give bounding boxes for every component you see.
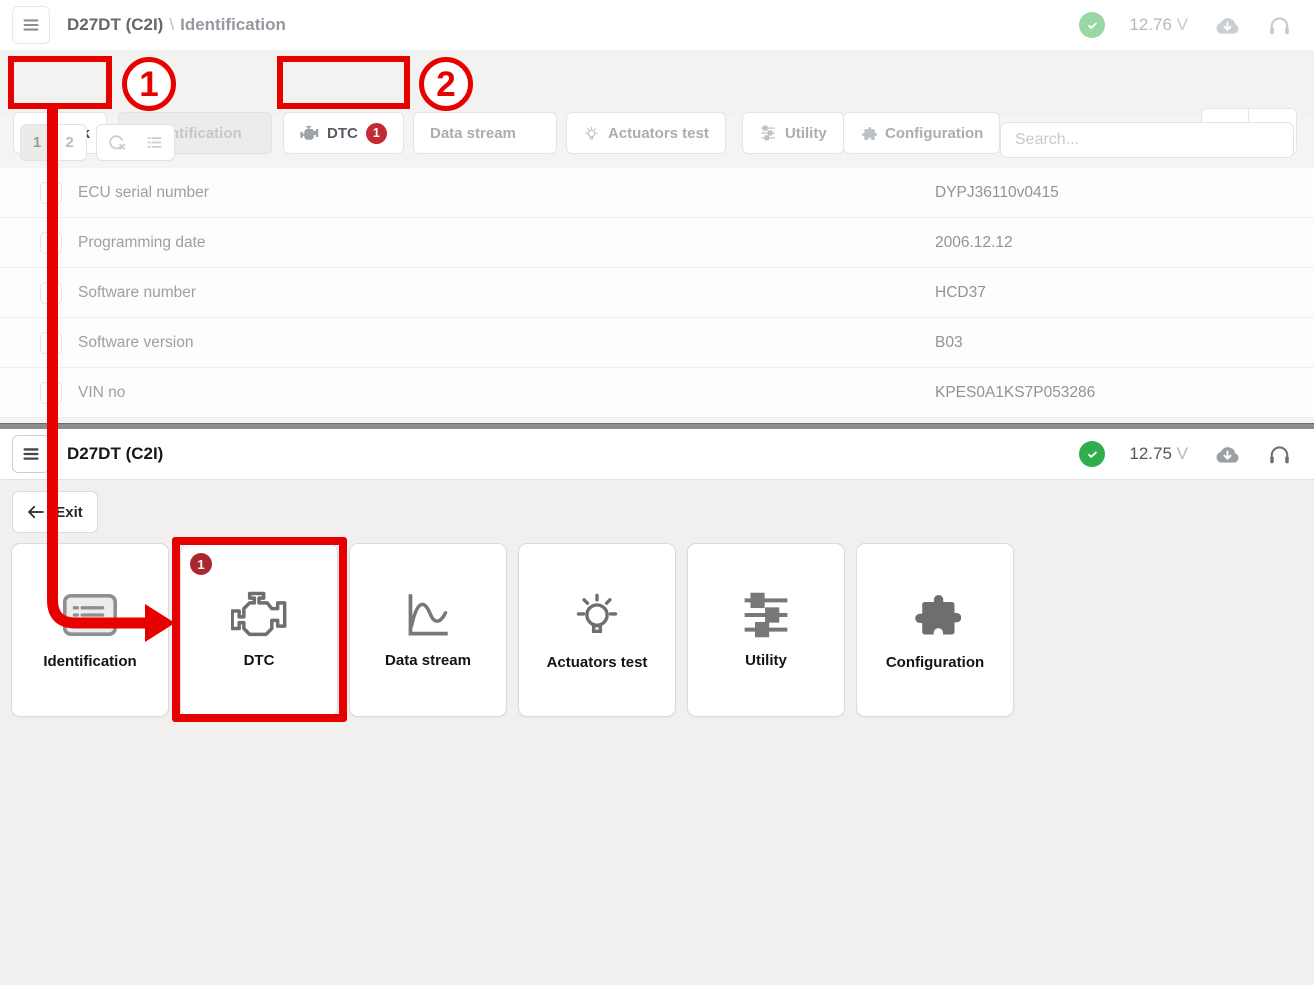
table-row[interactable]: VIN no KPES0A1KS7P053286 — [0, 368, 1314, 418]
diagnostic-app: D27DT (C2I)\Identification 12.76 V Back — [0, 0, 1314, 985]
tile-label: Configuration — [886, 654, 984, 671]
connection-check-icon — [1079, 441, 1105, 467]
cloud-download-icon[interactable] — [1212, 14, 1243, 37]
hamburger-icon — [20, 443, 42, 465]
cloud-download-icon[interactable] — [1212, 443, 1243, 466]
hamburger-icon — [20, 14, 42, 36]
highlight-box-dtc-tab — [277, 56, 410, 109]
table-row[interactable]: Software number HCD37 — [0, 268, 1314, 318]
headphones-icon[interactable] — [1267, 442, 1292, 467]
clear-selection-button[interactable] — [96, 124, 136, 161]
menu-button[interactable] — [12, 435, 50, 473]
breadcrumb: D27DT (C2I) \ Identification — [67, 15, 286, 35]
row-label: Software version — [78, 334, 193, 352]
bulb-icon — [570, 590, 624, 640]
breadcrumb-separator: \ — [169, 15, 174, 34]
row-value: 2006.12.12 — [935, 234, 1013, 252]
table-row[interactable]: Software version B03 — [0, 318, 1314, 368]
waveform-chart-icon — [401, 592, 455, 638]
tile-actuators-test[interactable]: Actuators test — [518, 543, 676, 717]
status-area: 12.76 V — [1079, 12, 1314, 38]
row-checkbox[interactable] — [40, 232, 62, 254]
sliders-icon — [739, 592, 793, 638]
page-2-button[interactable]: 2 — [53, 124, 87, 161]
row-value: B03 — [935, 334, 963, 352]
ecu-title: D27DT (C2I) — [67, 15, 163, 34]
row-value: HCD37 — [935, 284, 986, 302]
status-area: 12.75 V — [1079, 441, 1314, 467]
screen-identification: D27DT (C2I)\Identification 12.76 V Back — [0, 0, 1314, 423]
step-1-marker: 1 — [122, 57, 176, 111]
list-view-button[interactable] — [135, 124, 175, 161]
section-title: Identification — [180, 15, 286, 34]
puzzle-icon — [909, 590, 961, 640]
function-tiles: Identification 1 DTC Data stream Actuato… — [11, 543, 1014, 717]
row-value: DYPJ36110v0415 — [935, 184, 1059, 202]
page-1-button[interactable]: 1 — [20, 124, 54, 161]
identification-table: ECU serial number DYPJ36110v0415 Program… — [0, 168, 1314, 418]
bottom-header: D27DT (C2I) 12.75 V — [0, 429, 1314, 480]
highlight-box-dtc-tile — [172, 537, 347, 722]
back-arrow-icon — [27, 505, 45, 519]
step-2-marker: 2 — [419, 57, 473, 111]
top-header: D27DT (C2I) \ Identification 12.76 V — [0, 0, 1314, 51]
tile-label: Data stream — [385, 652, 471, 669]
tile-label: Actuators test — [547, 654, 648, 671]
row-label: VIN no — [78, 384, 125, 402]
battery-voltage: 12.76 V — [1129, 15, 1188, 35]
connection-check-icon — [1079, 12, 1105, 38]
function-tabbar: Back Identification DTC 1 Data stream Ac… — [0, 50, 1314, 115]
identification-card-icon — [61, 591, 119, 639]
tile-data-stream[interactable]: Data stream — [349, 543, 507, 717]
search-input[interactable] — [1000, 122, 1294, 158]
ecu-title: D27DT (C2I) — [67, 444, 163, 463]
headphones-icon[interactable] — [1267, 13, 1292, 38]
row-label: ECU serial number — [78, 184, 209, 202]
clear-icon — [106, 132, 127, 153]
row-checkbox[interactable] — [40, 332, 62, 354]
tile-configuration[interactable]: Configuration — [856, 543, 1014, 717]
page-title: D27DT (C2I) — [67, 444, 163, 464]
row-label: Programming date — [78, 234, 206, 252]
row-checkbox[interactable] — [40, 282, 62, 304]
row-checkbox[interactable] — [40, 382, 62, 404]
table-row[interactable]: Programming date 2006.12.12 — [0, 218, 1314, 268]
tile-label: Utility — [745, 652, 787, 669]
table-row[interactable]: ECU serial number DYPJ36110v0415 — [0, 168, 1314, 218]
row-label: Software number — [78, 284, 196, 302]
table-toolbar: 1 2 — [0, 115, 1314, 168]
tile-label: Identification — [43, 653, 136, 670]
exit-button[interactable]: Exit — [12, 491, 98, 533]
menu-button[interactable] — [12, 6, 50, 44]
highlight-box-back — [8, 56, 112, 109]
battery-voltage: 12.75 V — [1129, 444, 1188, 464]
row-value: KPES0A1KS7P053286 — [935, 384, 1095, 402]
row-checkbox[interactable] — [40, 182, 62, 204]
exit-label: Exit — [55, 504, 83, 521]
tile-identification[interactable]: Identification — [11, 543, 169, 717]
tile-utility[interactable]: Utility — [687, 543, 845, 717]
list-icon — [144, 132, 165, 153]
